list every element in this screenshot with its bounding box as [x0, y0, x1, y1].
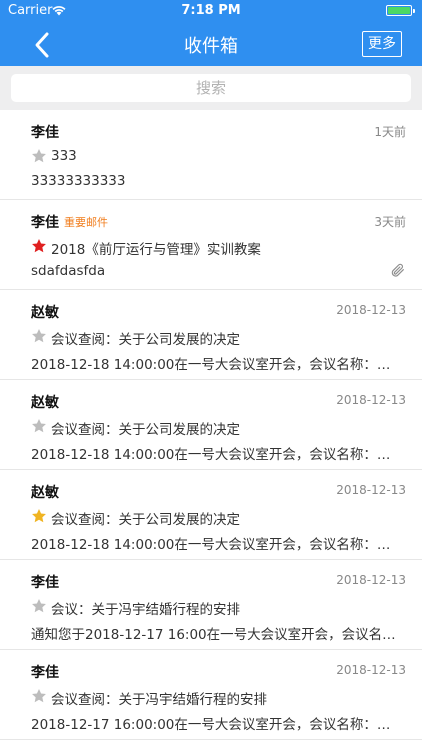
- mail-date: 2018-12-13: [336, 393, 406, 407]
- mail-sender: 李佳: [31, 575, 59, 591]
- page-title: 收件箱: [184, 36, 238, 57]
- battery-icon: [386, 5, 415, 16]
- mail-subject: 会议查阅：关于冯宇结婚行程的安排: [51, 692, 267, 708]
- star-icon[interactable]: [31, 598, 47, 614]
- mail-list: 李佳 1天前 333 33333333333 李佳 重要邮件 3天前 2018《前厅运行与管理…: [0, 110, 422, 740]
- mail-preview: 通知您于2018-12-17 16:00在一号大会议室开会，会议名…: [31, 627, 396, 643]
- mail-tag: 重要邮件: [64, 216, 108, 229]
- mail-sender: 赵敏: [31, 485, 59, 501]
- mail-row[interactable]: 赵敏 2018-12-13 会议查阅：关于公司发展的决定 2018-12-18 14:…: [0, 290, 422, 380]
- mail-date: 2018-12-13: [336, 663, 406, 677]
- mail-subject: 会议查阅：关于公司发展的决定: [51, 422, 240, 438]
- mail-sender: 李佳: [31, 215, 59, 231]
- mail-sender: 李佳: [31, 125, 59, 141]
- mail-date: 1天前: [374, 125, 406, 139]
- mail-preview: 2018-12-17 16:00:00在一号大会议室开会，会议名称：…: [31, 717, 391, 733]
- star-icon[interactable]: [31, 238, 47, 254]
- mail-sender: 赵敏: [31, 395, 59, 411]
- clock: 7:18 PM: [181, 3, 241, 18]
- mail-row[interactable]: 李佳 1天前 333 33333333333: [0, 110, 422, 200]
- mail-date: 2018-12-13: [336, 483, 406, 497]
- mail-sender: 赵敏: [31, 305, 59, 321]
- nav-bar: 收件箱 更多: [0, 22, 422, 66]
- mail-sender: 李佳: [31, 665, 59, 681]
- paperclip-icon: [391, 263, 404, 277]
- mail-preview: 2018-12-18 14:00:00在一号大会议室开会，会议名称：…: [31, 537, 391, 553]
- mail-preview: sdafdasfda: [31, 263, 106, 279]
- star-icon[interactable]: [31, 508, 47, 524]
- mail-row[interactable]: 赵敏 2018-12-13 会议查阅：关于公司发展的决定 2018-12-18 14:…: [0, 380, 422, 470]
- mail-date: 2018-12-13: [336, 573, 406, 587]
- mail-row[interactable]: 李佳 2018-12-13 会议查阅：关于冯宇结婚行程的安排 2018-12-17 1…: [0, 650, 422, 740]
- mail-preview: 33333333333: [31, 173, 126, 189]
- mail-subject: 会议：关于冯宇结婚行程的安排: [51, 602, 240, 618]
- mail-preview: 2018-12-18 14:00:00在一号大会议室开会，会议名称：…: [31, 447, 391, 463]
- more-button[interactable]: 更多: [362, 31, 402, 57]
- star-icon[interactable]: [31, 148, 47, 164]
- star-icon[interactable]: [31, 418, 47, 434]
- mail-subject: 2018《前厅运行与管理》实训教案: [51, 242, 261, 258]
- search-input[interactable]: 搜索: [11, 74, 411, 102]
- mail-subject: 333: [51, 148, 77, 164]
- mail-preview: 2018-12-18 14:00:00在一号大会议室开会，会议名称：…: [31, 357, 391, 373]
- mail-date: 2018-12-13: [336, 303, 406, 317]
- star-icon[interactable]: [31, 328, 47, 344]
- mail-date: 3天前: [374, 215, 406, 229]
- mail-row[interactable]: 赵敏 2018-12-13 会议查阅：关于公司发展的决定 2018-12-18 14:…: [0, 470, 422, 560]
- mail-row[interactable]: 李佳 2018-12-13 会议：关于冯宇结婚行程的安排通知您于2018-12-17…: [0, 560, 422, 650]
- search-bar: 搜索: [0, 66, 422, 110]
- status-bar: Carrier 7:18 PM: [0, 0, 422, 22]
- star-icon[interactable]: [31, 688, 47, 704]
- mail-subject: 会议查阅：关于公司发展的决定: [51, 512, 240, 528]
- mail-row[interactable]: 李佳 重要邮件 3天前 2018《前厅运行与管理》实训教案 sdafdasfda: [0, 200, 422, 290]
- mail-subject: 会议查阅：关于公司发展的决定: [51, 332, 240, 348]
